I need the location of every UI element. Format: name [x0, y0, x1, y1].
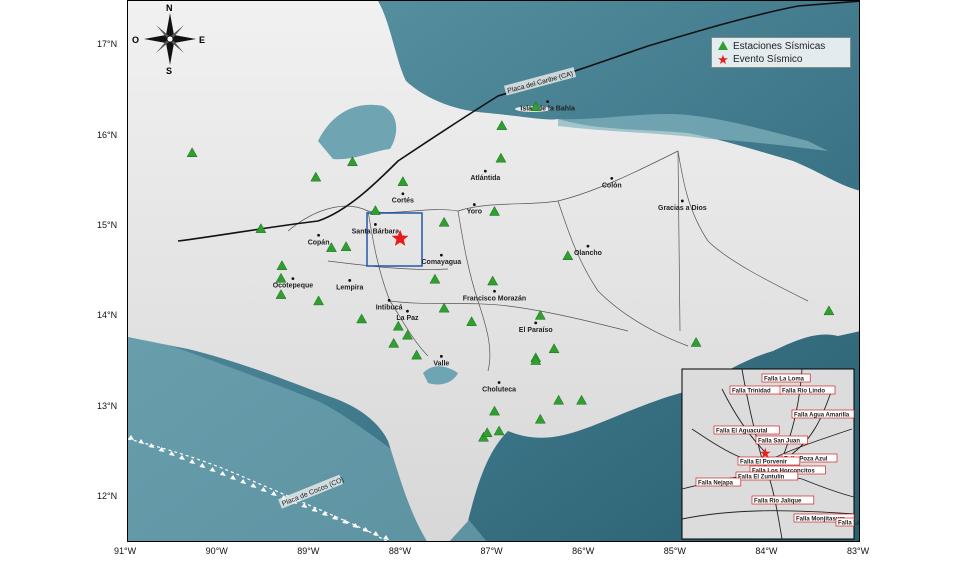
x-tick-label: 91°W — [114, 546, 137, 556]
place-name: Olancho — [574, 250, 602, 257]
fault-label: Falla Nejapa — [695, 477, 742, 487]
place-name: Atlántida — [470, 175, 500, 182]
x-tick-label: 89°W — [297, 546, 320, 556]
inset-event-star: ★ — [759, 445, 772, 461]
fault-label: Falla Trinidad — [729, 385, 782, 395]
place-dot — [348, 279, 352, 282]
star-icon: ★ — [717, 51, 729, 67]
fault-label: Falla Río Jalique — [751, 495, 815, 505]
place-dot — [401, 192, 405, 196]
place-dot — [493, 289, 496, 293]
fault-label: Falla Río Lindo — [779, 385, 836, 395]
legend-event: ★ Evento Sísmico — [717, 51, 803, 67]
map-frame: Placa del Caribe (CA) Placa de Cocos (CO… — [127, 0, 860, 542]
fault-label: Falla Agua Amarilla — [791, 409, 855, 419]
fault-label: Falla El Zuntulín — [735, 471, 799, 481]
place-name: Lempira — [336, 284, 363, 291]
fault-label: Falla La Loma — [761, 373, 811, 383]
y-tick-label: 15°N — [97, 219, 118, 230]
place-name: Francisco Morazán — [463, 295, 526, 302]
place-dot — [373, 223, 377, 226]
legend: Estaciones Sísmicas ★ Evento Sísmico — [711, 37, 851, 68]
x-tick-label: 90°W — [205, 546, 228, 556]
svg-text:Falla Trinidad: Falla Trinidad — [732, 389, 771, 395]
x-tick-label: 84°W — [755, 546, 778, 556]
place-dot — [497, 381, 501, 384]
svg-text:Falla Río Jalique: Falla Río Jalique — [754, 499, 802, 505]
place-name: Gracias a Dios — [658, 205, 707, 212]
place-dot — [439, 354, 443, 358]
place-dot — [317, 233, 320, 237]
place-dot — [534, 321, 538, 325]
compass-n: N — [166, 3, 173, 13]
place-name: Ocotepeque — [273, 283, 314, 290]
y-tick-label: 13°N — [97, 400, 118, 411]
place-dot — [610, 176, 614, 180]
place-dot — [546, 100, 550, 103]
x-tick-label: 83°W — [847, 546, 870, 556]
inset-map: Falla La Loma Falla Trinidad Falla Río Lin… — [681, 368, 860, 540]
place-dot — [406, 309, 409, 313]
legend-stations: Estaciones Sísmicas — [716, 40, 846, 53]
svg-text:Falla El Zuntulín: Falla El Zuntulín — [738, 475, 785, 481]
y-tick-label: 12°N — [97, 490, 118, 501]
compass-e: E — [199, 35, 205, 45]
place-name: Intibucá — [376, 304, 403, 311]
svg-text:Falla La Ca: Falla La Ca — [838, 521, 860, 527]
place-dot — [472, 203, 476, 206]
y-tick-label: 16°N — [97, 129, 118, 140]
place-name: Santa Bárbara — [352, 228, 400, 235]
place-name: Comayagua — [422, 259, 462, 266]
svg-text:Falla San Juan: Falla San Juan — [758, 439, 800, 445]
place-name: Colón — [602, 182, 622, 189]
place-dot — [680, 199, 684, 203]
svg-text:Falla El Aguacutal: Falla El Aguacutal — [716, 429, 768, 435]
y-tick-label: 14°N — [97, 310, 118, 321]
place-name: Choluteca — [482, 387, 516, 394]
map-canvas: Placa del Caribe (CA) Placa de Cocos (CO… — [128, 1, 860, 541]
place-dot — [291, 277, 295, 281]
place-dot — [483, 169, 487, 173]
place-name: Cortés — [392, 198, 414, 205]
x-tick-label: 86°W — [572, 546, 595, 556]
place-name: Yoro — [467, 209, 482, 216]
place-dot — [439, 253, 443, 257]
svg-text:Falla La Loma: Falla La Loma — [764, 377, 805, 383]
place-dot — [586, 244, 590, 248]
triangle-icon — [718, 40, 728, 50]
fault-label: Falla El Aguacutal — [713, 425, 780, 435]
place-name: Valle — [433, 360, 449, 367]
fault-label: Falla San Juan — [755, 435, 808, 445]
place-name: La Paz — [396, 315, 419, 322]
y-tick-label: 17°N — [97, 39, 118, 50]
place-name: El Paraíso — [519, 327, 553, 334]
svg-text:Falla Río Lindo: Falla Río Lindo — [782, 389, 825, 395]
x-tick-label: 87°W — [480, 546, 503, 556]
x-tick-label: 88°W — [388, 546, 411, 556]
place-name: Islas de la Bahía — [520, 106, 575, 113]
compass-s: S — [166, 66, 172, 76]
svg-text:Falla Nejapa: Falla Nejapa — [698, 481, 734, 487]
x-tick-label: 85°W — [663, 546, 686, 556]
place-name: Copán — [308, 239, 330, 246]
place-dot — [387, 298, 391, 302]
compass-o: O — [132, 35, 139, 45]
svg-text:Falla Agua Amarilla: Falla Agua Amarilla — [794, 413, 850, 419]
